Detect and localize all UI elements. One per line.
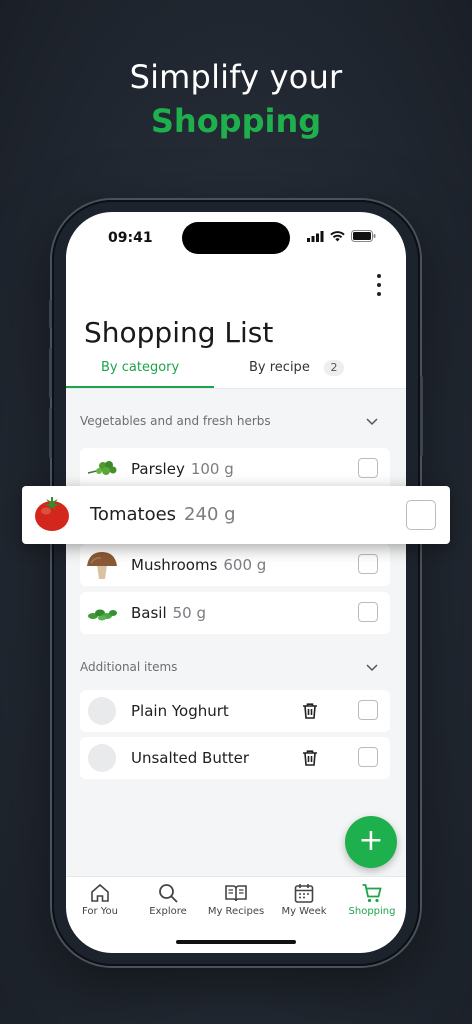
recipe-count-badge: 2: [324, 360, 344, 376]
dynamic-island: [182, 222, 290, 254]
phone-button: [420, 376, 423, 456]
item-name: Unsalted Butter: [131, 749, 250, 767]
home-indicator: [176, 940, 296, 944]
item-checkbox[interactable]: [358, 602, 378, 622]
phone-button: [49, 300, 52, 328]
chevron-down-icon[interactable]: [366, 664, 378, 672]
item-quantity: 50 g: [172, 604, 207, 622]
chevron-down-icon[interactable]: [366, 418, 378, 426]
placeholder-food-icon: [88, 744, 116, 772]
item-quantity: 240 g: [184, 504, 236, 525]
item-checkbox[interactable]: [358, 554, 378, 574]
nav-item-for-you[interactable]: For You: [66, 878, 134, 930]
book-icon: [225, 885, 247, 902]
item-quantity: 600 g: [223, 556, 267, 574]
search-icon: [159, 884, 178, 903]
bottom-nav: For You Explore My Recipes My Week Shopp…: [66, 878, 406, 930]
item-checkbox[interactable]: [358, 700, 378, 720]
list-item[interactable]: Plain Yoghurt: [80, 690, 390, 732]
trash-icon[interactable]: [301, 749, 319, 767]
item-name: Mushrooms 600 g: [131, 556, 267, 574]
item-name: Plain Yoghurt: [131, 702, 229, 720]
item-checkbox[interactable]: [358, 747, 378, 767]
tab-by-recipe[interactable]: By recipe: [249, 360, 310, 375]
dragged-list-item[interactable]: Tomatoes 240 g: [22, 486, 450, 544]
placeholder-food-icon: [88, 697, 116, 725]
add-item-button[interactable]: +: [345, 816, 397, 868]
mushroom-icon: [87, 552, 117, 579]
status-icons: [307, 230, 376, 242]
nav-item-my-week[interactable]: My Week: [270, 878, 338, 930]
headline-line2: Shopping: [150, 102, 322, 140]
section-header-additional: Additional items: [80, 660, 178, 674]
page-title: Shopping List: [84, 316, 274, 349]
basil-icon: [88, 609, 117, 621]
item-quantity: 100 g: [190, 460, 234, 478]
list-item[interactable]: Unsalted Butter: [80, 737, 390, 779]
list-item[interactable]: Basil 50 g: [80, 592, 390, 634]
phone-screen: 09:41 Shopping List By category By recip…: [66, 212, 406, 953]
status-time: 09:41: [108, 230, 153, 246]
cart-icon: [362, 884, 382, 903]
more-options-icon[interactable]: [374, 274, 384, 296]
battery-icon: [351, 230, 376, 242]
item-name: Parsley 100 g: [131, 460, 234, 478]
item-checkbox[interactable]: [406, 500, 436, 530]
phone-button: [49, 348, 52, 398]
list-item[interactable]: Parsley 100 g: [80, 448, 390, 490]
nav-item-shopping[interactable]: Shopping: [338, 878, 406, 930]
headline-line1: Simplify your: [129, 58, 343, 96]
item-checkbox[interactable]: [358, 458, 378, 478]
home-icon: [91, 883, 109, 902]
calendar-icon: [294, 884, 314, 903]
signal-icon: [307, 230, 324, 242]
item-name: Basil 50 g: [131, 604, 207, 622]
tab-by-category[interactable]: By category: [101, 360, 179, 375]
tomato-icon: [35, 497, 69, 531]
list-item[interactable]: Mushrooms 600 g: [80, 544, 390, 586]
nav-item-explore[interactable]: Explore: [134, 878, 202, 930]
item-name: Tomatoes 240 g: [90, 504, 236, 525]
nav-divider: [66, 876, 406, 877]
section-header-vegetables: Vegetables and and fresh herbs: [80, 414, 271, 428]
parsley-icon: [87, 461, 117, 475]
phone-button: [49, 408, 52, 458]
trash-icon[interactable]: [301, 702, 319, 720]
nav-item-my-recipes[interactable]: My Recipes: [202, 878, 270, 930]
wifi-icon: [330, 230, 345, 241]
